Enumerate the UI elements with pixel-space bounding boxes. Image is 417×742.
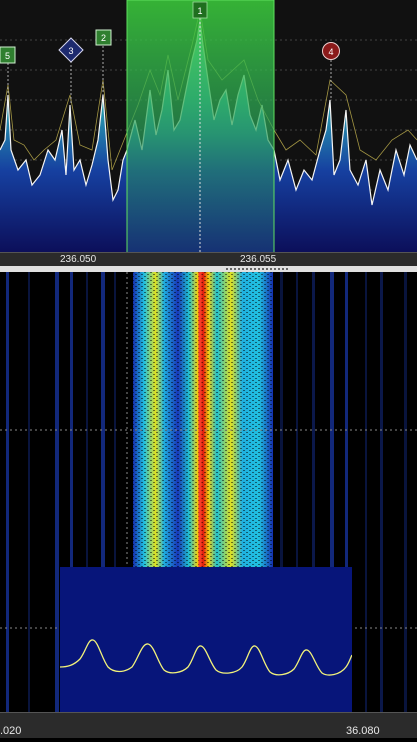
waterfall-tick-label: 36.080 [346, 725, 380, 737]
svg-text:3: 3 [68, 46, 73, 56]
spectrum-display[interactable]: 1 2 3 4 5 [0, 0, 417, 276]
frequency-tick-label: 236.055 [240, 254, 277, 265]
splitter-grip[interactable] [226, 268, 290, 270]
svg-text:5: 5 [5, 51, 10, 61]
waterfall-tick-label: .020 [0, 725, 22, 737]
svg-text:4: 4 [328, 47, 333, 57]
marker-1[interactable]: 1 [192, 1, 208, 19]
svg-text:1: 1 [197, 6, 202, 16]
frequency-tick-label: 236.050 [60, 254, 97, 265]
waterfall-frequency-scale[interactable]: .020 36.080 [0, 712, 417, 738]
frequency-scale[interactable]: 236.050 236.055 [0, 252, 417, 267]
svg-text:2: 2 [101, 33, 106, 43]
